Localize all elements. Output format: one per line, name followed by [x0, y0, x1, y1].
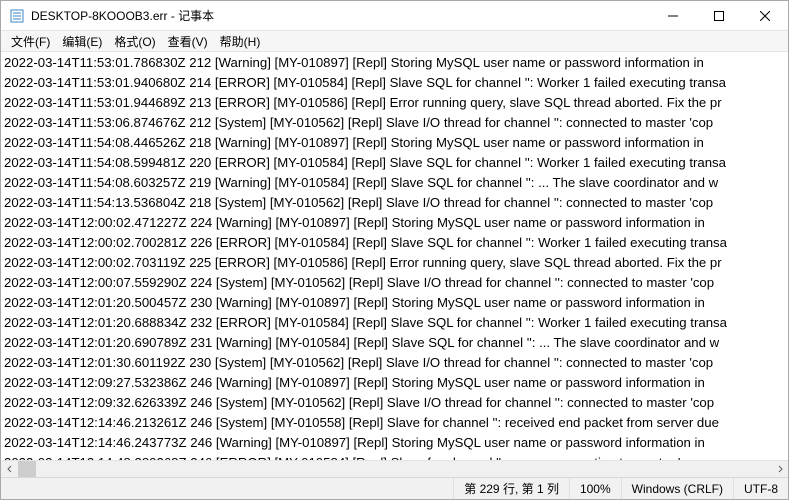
- menubar: 文件(F) 编辑(E) 格式(O) 查看(V) 帮助(H): [1, 31, 788, 52]
- log-line: 2022-03-14T12:14:48.380268Z 246 [ERROR] …: [4, 453, 786, 460]
- menu-view[interactable]: 查看(V): [162, 31, 214, 51]
- menu-format[interactable]: 格式(O): [108, 31, 161, 51]
- log-line: 2022-03-14T11:53:01.944689Z 213 [ERROR] …: [4, 93, 786, 113]
- status-line-ending: Windows (CRLF): [621, 478, 733, 499]
- log-line: 2022-03-14T11:53:06.874676Z 212 [System]…: [4, 113, 786, 133]
- log-line: 2022-03-14T12:00:02.471227Z 224 [Warning…: [4, 213, 786, 233]
- log-line: 2022-03-14T12:01:20.688834Z 232 [ERROR] …: [4, 313, 786, 333]
- log-line: 2022-03-14T12:00:02.703119Z 225 [ERROR] …: [4, 253, 786, 273]
- scroll-left-button[interactable]: [1, 461, 18, 478]
- close-button[interactable]: [742, 1, 788, 30]
- log-line: 2022-03-14T12:14:46.213261Z 246 [System]…: [4, 413, 786, 433]
- scroll-track[interactable]: [18, 461, 771, 477]
- notepad-window: DESKTOP-8KOOOB3.err - 记事本 文件(F) 编辑(E) 格式…: [0, 0, 789, 500]
- log-line: 2022-03-14T12:01:30.601192Z 230 [System]…: [4, 353, 786, 373]
- maximize-button[interactable]: [696, 1, 742, 30]
- menu-help[interactable]: 帮助(H): [214, 31, 267, 51]
- log-line: 2022-03-14T12:00:02.700281Z 226 [ERROR] …: [4, 233, 786, 253]
- log-line: 2022-03-14T11:54:08.603257Z 219 [Warning…: [4, 173, 786, 193]
- text-area[interactable]: 2022-03-14T11:53:01.786830Z 212 [Warning…: [1, 52, 788, 460]
- log-line: 2022-03-14T12:14:46.243773Z 246 [Warning…: [4, 433, 786, 453]
- log-line: 2022-03-14T12:09:27.532386Z 246 [Warning…: [4, 373, 786, 393]
- window-title: DESKTOP-8KOOOB3.err - 记事本: [31, 7, 650, 24]
- log-line: 2022-03-14T12:01:20.500457Z 230 [Warning…: [4, 293, 786, 313]
- status-encoding: UTF-8: [733, 478, 788, 499]
- log-line: 2022-03-14T11:54:13.536804Z 218 [System]…: [4, 193, 786, 213]
- menu-edit[interactable]: 编辑(E): [56, 31, 108, 51]
- log-line: 2022-03-14T12:09:32.626339Z 246 [System]…: [4, 393, 786, 413]
- minimize-button[interactable]: [650, 1, 696, 30]
- horizontal-scrollbar[interactable]: [1, 460, 788, 477]
- status-zoom: 100%: [569, 478, 621, 499]
- notepad-app-icon: [9, 8, 25, 24]
- log-line: 2022-03-14T11:53:01.940680Z 214 [ERROR] …: [4, 73, 786, 93]
- log-line: 2022-03-14T12:00:07.559290Z 224 [System]…: [4, 273, 786, 293]
- log-line: 2022-03-14T12:01:20.690789Z 231 [Warning…: [4, 333, 786, 353]
- window-controls: [650, 1, 788, 30]
- status-position: 第 229 行, 第 1 列: [453, 478, 569, 499]
- scroll-right-button[interactable]: [771, 461, 788, 478]
- scroll-thumb[interactable]: [18, 461, 36, 477]
- log-line: 2022-03-14T11:54:08.599481Z 220 [ERROR] …: [4, 153, 786, 173]
- statusbar: 第 229 行, 第 1 列 100% Windows (CRLF) UTF-8: [1, 477, 788, 499]
- menu-file[interactable]: 文件(F): [5, 31, 56, 51]
- titlebar[interactable]: DESKTOP-8KOOOB3.err - 记事本: [1, 1, 788, 31]
- log-line: 2022-03-14T11:53:01.786830Z 212 [Warning…: [4, 53, 786, 73]
- log-line: 2022-03-14T11:54:08.446526Z 218 [Warning…: [4, 133, 786, 153]
